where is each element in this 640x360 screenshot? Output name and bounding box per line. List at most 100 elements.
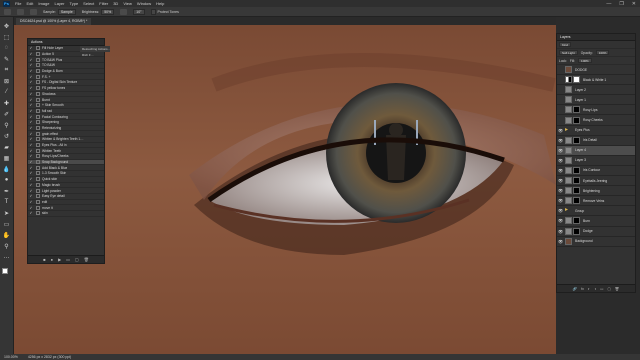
action-toggle-icon[interactable]: ✓ (28, 46, 34, 50)
layer-name[interactable]: Black & White 1 (583, 78, 606, 82)
layer-name[interactable]: Iris Detail (583, 138, 597, 142)
minimize-icon[interactable]: — (606, 1, 611, 7)
action-dialog-toggle[interactable] (36, 188, 40, 193)
action-toggle-icon[interactable]: ✓ (28, 75, 34, 79)
menu-filter[interactable]: Filter (99, 1, 108, 6)
pen-tool-icon[interactable]: ✒ (3, 187, 11, 195)
layer-thumbnail[interactable] (565, 76, 572, 84)
menu-help[interactable]: Help (156, 1, 164, 6)
action-dialog-toggle[interactable] (36, 114, 40, 119)
layer-mask-thumbnail[interactable] (573, 197, 580, 205)
action-dialog-toggle[interactable] (36, 69, 40, 74)
layer-name[interactable]: Background (575, 239, 593, 243)
layer-name[interactable]: Rosy Lips (583, 108, 597, 112)
action-toggle-icon[interactable]: ✓ (28, 120, 34, 124)
frame-tool-icon[interactable]: ⊠ (3, 77, 11, 85)
layer-row[interactable]: 👁 ▸ Eyes Plus (557, 126, 635, 136)
action-dialog-toggle[interactable] (36, 131, 40, 136)
layer-thumbnail[interactable] (565, 217, 572, 225)
menu-view[interactable]: View (123, 1, 132, 6)
layer-name[interactable]: Eyeballs Jeering (583, 179, 607, 183)
visibility-eye-icon[interactable]: 👁 (557, 178, 564, 183)
visibility-eye-icon[interactable]: 👁 (557, 229, 564, 234)
layer-name[interactable]: Layer 2 (575, 88, 586, 92)
layer-row[interactable]: 👁 Burn (557, 216, 635, 227)
action-dialog-toggle[interactable] (36, 63, 40, 68)
layer-mask-thumbnail[interactable] (573, 136, 580, 144)
rectangle-tool-icon[interactable]: ▭ (3, 220, 11, 228)
close-icon[interactable]: ✕ (632, 1, 636, 7)
gradient-tool-icon[interactable]: ▦ (3, 154, 11, 162)
layer-thumbnail[interactable] (565, 156, 572, 164)
layer-name[interactable]: Layer 4 (575, 148, 586, 152)
opacity-input[interactable]: 100% (595, 50, 610, 55)
zoom-level[interactable]: 100.00% (4, 355, 18, 359)
layer-style-icon[interactable]: fx (581, 287, 584, 291)
actions-panel-title[interactable]: Actions (28, 39, 104, 46)
visibility-eye-icon[interactable]: 👁 (557, 239, 564, 244)
layer-thumbnail[interactable] (565, 106, 572, 114)
action-toggle-icon[interactable]: ✓ (28, 194, 34, 198)
layers-panel-title[interactable]: Layers (557, 34, 635, 41)
action-toggle-icon[interactable]: ✓ (28, 109, 34, 113)
layer-name[interactable]: Remove Veins (583, 199, 604, 203)
action-dialog-toggle[interactable] (36, 171, 40, 176)
blur-tool-icon[interactable]: 💧 (3, 165, 11, 173)
layer-mask-thumbnail[interactable] (573, 177, 580, 185)
visibility-eye-icon[interactable]: 👁 (557, 168, 564, 173)
action-dialog-toggle[interactable] (36, 86, 40, 91)
visibility-eye-icon[interactable]: 👁 (557, 148, 564, 153)
layer-row[interactable]: Rosy Lips (557, 105, 635, 116)
mode-select[interactable]: Sample (57, 8, 76, 15)
layer-row[interactable]: 👁 Iris Detail (557, 136, 635, 146)
visibility-eye-icon[interactable]: 👁 (557, 138, 564, 143)
layer-name[interactable]: Rosy Cheeks (583, 118, 603, 122)
action-dialog-toggle[interactable] (36, 165, 40, 170)
layer-name[interactable]: Burn (583, 219, 590, 223)
layer-row[interactable]: 👁 Remove Veins (557, 196, 635, 207)
action-dialog-toggle[interactable] (36, 199, 40, 204)
action-dialog-toggle[interactable] (36, 177, 40, 182)
menu-select[interactable]: Select (83, 1, 94, 6)
layer-thumbnail[interactable] (565, 177, 572, 185)
menu-type[interactable]: Type (70, 1, 79, 6)
delete-layer-icon[interactable]: 🗑 (615, 287, 619, 291)
layer-row[interactable]: Black & White 1 (557, 75, 635, 86)
record-icon[interactable]: ● (51, 257, 53, 262)
layer-thumbnail[interactable] (565, 116, 572, 124)
action-toggle-icon[interactable]: ✓ (28, 63, 34, 67)
action-dialog-toggle[interactable] (36, 125, 40, 130)
healing-brush-tool-icon[interactable]: ✚ (3, 99, 11, 107)
brush-tool-icon[interactable]: ✐ (3, 110, 11, 118)
layer-kind-select[interactable]: Kind (559, 42, 572, 47)
action-toggle-icon[interactable]: ✓ (28, 166, 34, 170)
layer-thumbnail[interactable] (565, 96, 572, 104)
layer-row[interactable]: 👁 Layer 3 (557, 156, 635, 166)
layer-row[interactable]: 👁 Eyeballs Jeering (557, 176, 635, 187)
brush-preset-icon[interactable] (17, 8, 24, 15)
action-dialog-toggle[interactable] (36, 103, 40, 108)
layer-thumbnail[interactable] (565, 136, 572, 144)
action-toggle-icon[interactable]: ✓ (28, 160, 34, 164)
add-mask-icon[interactable]: ◐ (588, 287, 590, 291)
action-toggle-icon[interactable]: ✓ (28, 189, 34, 193)
layer-thumbnail[interactable] (565, 66, 572, 74)
action-toggle-icon[interactable]: ✓ (28, 177, 34, 181)
history-brush-tool-icon[interactable]: ↺ (3, 132, 11, 140)
layer-name[interactable]: Layer 1 (575, 98, 586, 102)
layer-mask-thumbnail[interactable] (573, 217, 580, 225)
layer-row[interactable]: 👁 Dodge (557, 227, 635, 237)
action-toggle-icon[interactable]: ✓ (28, 115, 34, 119)
layer-name[interactable]: Dodge (583, 229, 593, 233)
action-toggle-icon[interactable]: ✓ (28, 58, 34, 62)
layer-name[interactable]: Layer 3 (575, 158, 586, 162)
action-dialog-toggle[interactable] (36, 74, 40, 79)
angle-input[interactable]: 10° (133, 8, 145, 15)
action-dialog-toggle[interactable] (36, 52, 40, 57)
action-dialog-toggle[interactable] (36, 80, 40, 85)
lasso-tool-icon[interactable]: ◌ (3, 44, 11, 52)
crop-tool-icon[interactable]: ⌗ (3, 66, 11, 74)
move-tool-icon[interactable]: ✥ (3, 22, 11, 30)
document-tab[interactable]: DSC4624.psd @ 100% (Layer 4, RGB/8*) * (16, 18, 92, 25)
action-toggle-icon[interactable]: ✓ (28, 137, 34, 141)
